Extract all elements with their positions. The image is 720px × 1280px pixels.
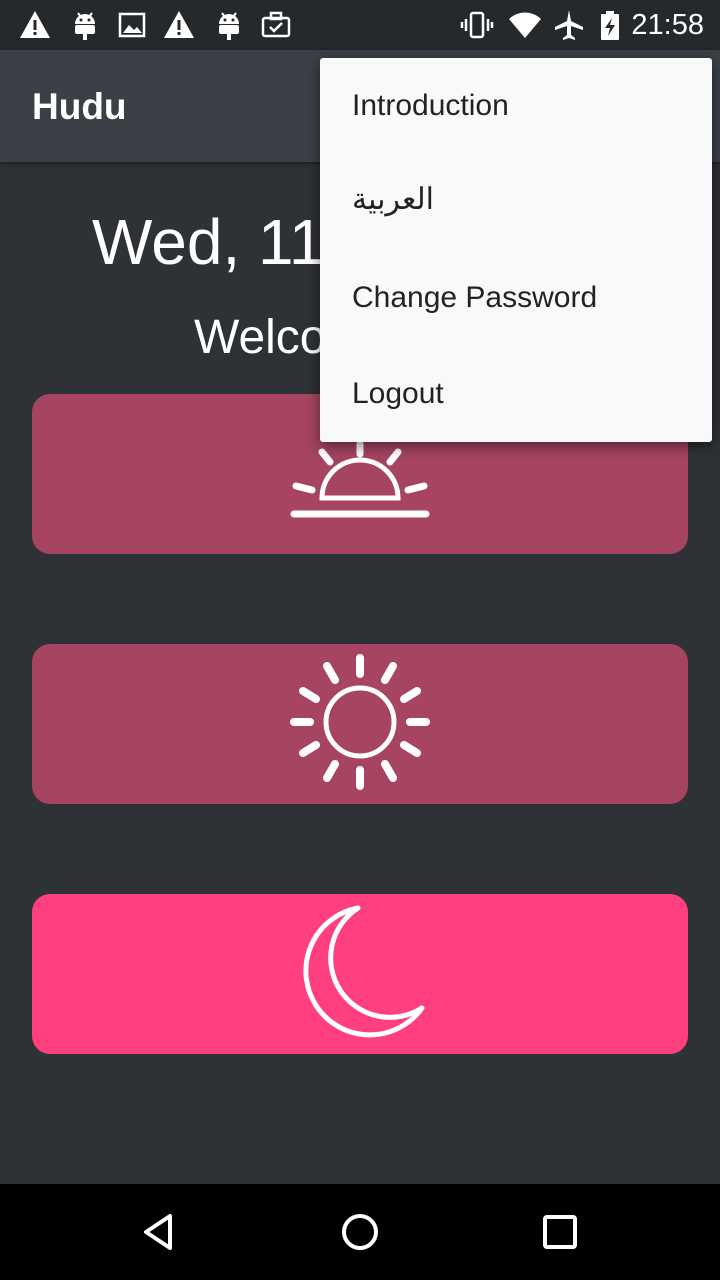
menu-item-arabic[interactable]: العربية [320,152,712,248]
status-bar: 21:58 [0,0,720,50]
recents-icon[interactable] [536,1208,584,1256]
warning-icon [164,11,194,38]
afternoon-card[interactable] [32,644,688,804]
app-title: Hudu [32,86,127,127]
warning-icon [20,11,50,38]
home-icon[interactable] [336,1208,384,1256]
moon-icon [303,905,425,1038]
android-icon [75,12,95,40]
menu-item-change-password[interactable]: Change Password [320,250,712,346]
overflow-menu: Introduction العربية Change Password Log… [320,58,712,442]
airplane-icon [555,10,583,40]
navigation-bar [0,1184,720,1280]
clock: 21:58 [631,9,704,41]
back-icon[interactable] [136,1208,184,1256]
welcome-text: Welco [194,311,327,364]
date-heading: Wed, 11 [92,206,325,278]
menu-item-logout[interactable]: Logout [320,346,712,442]
battery-charging-icon [601,11,619,40]
night-card[interactable] [32,894,688,1054]
vibrate-icon [460,11,494,39]
android-icon [219,12,239,40]
wifi-icon [509,12,541,38]
sun-icon [290,654,430,790]
image-icon [118,12,146,38]
menu-item-introduction[interactable]: Introduction [320,58,712,154]
briefcase-icon [261,11,291,38]
